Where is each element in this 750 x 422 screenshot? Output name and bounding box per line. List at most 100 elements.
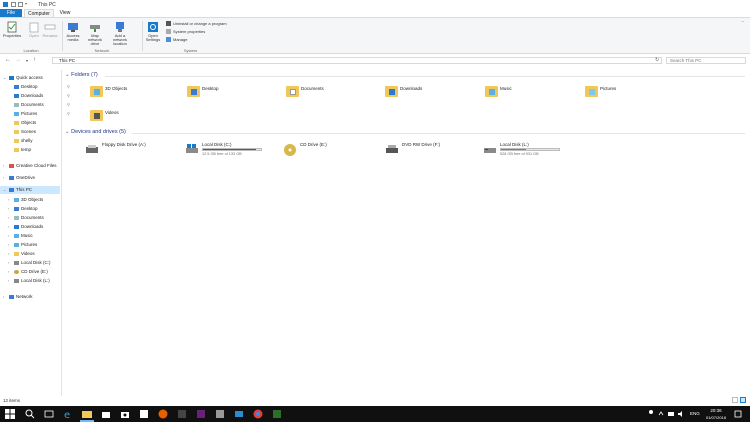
add-network-location-button[interactable]: Add a network location — [108, 21, 132, 46]
volume-icon[interactable] — [678, 409, 684, 419]
search-icon[interactable] — [25, 409, 35, 419]
open-settings-button[interactable]: Open Settings — [143, 21, 163, 42]
properties-quick-icon[interactable] — [11, 2, 16, 7]
refresh-icon[interactable]: ↻ — [655, 57, 659, 63]
nav-onedrive[interactable]: › OneDrive — [3, 174, 35, 182]
file-explorer-icon[interactable] — [82, 409, 92, 419]
nav-pc-item[interactable]: › Pictures — [8, 241, 37, 249]
nav-pc-item[interactable]: › Documents — [8, 214, 44, 222]
app-icon[interactable] — [139, 409, 149, 419]
chevron-right-icon[interactable]: › — [8, 259, 9, 267]
drive-item[interactable]: DVD RW Drive (F:) — [385, 141, 475, 161]
nav-quick-item[interactable]: Objects — [14, 119, 36, 127]
clock-time[interactable]: 20:36 — [703, 408, 729, 413]
large-icons-view-icon[interactable] — [740, 397, 746, 403]
recent-locations-icon[interactable]: ▾ — [26, 58, 28, 63]
drive-item[interactable]: Local Disk (C:) 12.5 GB free of 133 GB — [185, 141, 275, 161]
folder-item[interactable]: Videos — [90, 108, 150, 128]
chevron-right-icon[interactable]: › — [8, 232, 9, 240]
nav-pc-item[interactable]: › Local Disk (L:) — [8, 277, 50, 285]
firefox-icon[interactable] — [158, 409, 168, 419]
nav-quick-item[interactable]: Downloads ⚲ — [14, 92, 70, 100]
chevron-right-icon[interactable]: › — [8, 268, 9, 276]
address-bar[interactable]: This PC — [52, 57, 662, 64]
visual-studio-icon[interactable] — [196, 409, 206, 419]
photos-icon[interactable] — [234, 409, 244, 419]
rename-button[interactable]: Rename — [40, 21, 60, 38]
manage-button[interactable]: Manage — [166, 37, 187, 43]
nav-quick-item[interactable]: Documents ⚲ — [14, 101, 70, 109]
back-arrow-icon[interactable]: ← — [5, 57, 11, 63]
nav-quick-access[interactable]: ⌄ Quick access — [3, 74, 43, 82]
nav-pc-item[interactable]: › CD Drive (E:) — [8, 268, 48, 276]
drive-item[interactable]: CD Drive (E:) — [283, 141, 373, 161]
nav-this-pc[interactable]: ⌄ This PC — [0, 186, 60, 194]
tray-chevron-up-icon[interactable] — [658, 409, 664, 419]
tab-view[interactable]: View — [56, 9, 74, 17]
folder-item[interactable]: Downloads — [385, 84, 445, 104]
nav-pc-item[interactable]: › Downloads — [8, 223, 43, 231]
nav-pc-item[interactable]: › Music — [8, 232, 33, 240]
map-network-drive-button[interactable]: Map network drive — [85, 21, 105, 46]
drive-item[interactable]: Floppy Disk Drive (A:) — [85, 141, 175, 161]
chrome-icon[interactable] — [253, 409, 263, 419]
app-icon[interactable] — [272, 409, 282, 419]
store-icon[interactable] — [101, 409, 111, 419]
drive-item[interactable]: Local Disk (L:) 528 GB free of 931 GB — [483, 141, 573, 161]
section-folders-header[interactable]: ⌄ Folders (7) — [65, 72, 98, 78]
new-folder-quick-icon[interactable] — [18, 2, 23, 7]
chevron-right-icon[interactable]: › — [8, 214, 9, 222]
uninstall-program-button[interactable]: Uninstall or change a program — [166, 21, 227, 27]
search-input[interactable]: Search This PC — [666, 57, 746, 64]
nav-quick-item[interactable]: temp — [14, 146, 31, 154]
up-arrow-icon[interactable]: ↑ — [33, 57, 36, 63]
nav-quick-item[interactable]: Pictures ⚲ — [14, 110, 70, 118]
chevron-right-icon[interactable]: › — [8, 241, 9, 249]
chevron-down-icon[interactable]: ⌄ — [3, 74, 6, 82]
tab-computer[interactable]: Computer — [24, 9, 54, 17]
nav-quick-item[interactable]: shelly — [14, 137, 33, 145]
people-icon[interactable] — [648, 409, 654, 419]
nav-pc-item[interactable]: › Videos — [8, 250, 35, 258]
chevron-right-icon[interactable]: › — [8, 250, 9, 258]
settings-icon[interactable] — [177, 409, 187, 419]
app-icon[interactable] — [215, 409, 225, 419]
forward-arrow-icon[interactable]: → — [15, 57, 21, 63]
folder-item[interactable]: Desktop — [187, 84, 247, 104]
folder-item[interactable]: Music — [485, 84, 545, 104]
nav-pc-item[interactable]: › Local Disk (C:) — [8, 259, 51, 267]
folder-item[interactable]: Pictures — [585, 84, 645, 104]
action-center-icon[interactable] — [734, 409, 742, 419]
task-view-icon[interactable] — [44, 409, 54, 419]
clock-date[interactable]: 01/07/2018 — [703, 415, 729, 420]
chevron-down-icon[interactable]: ⌄ — [3, 186, 6, 194]
system-properties-button[interactable]: System properties — [166, 29, 205, 35]
edge-icon[interactable]: e — [63, 409, 73, 421]
chevron-right-icon[interactable]: › — [8, 277, 9, 285]
folder-item[interactable]: 3D Objects — [90, 84, 150, 104]
properties-button[interactable]: Properties — [2, 21, 22, 38]
chevron-right-icon[interactable]: › — [3, 174, 4, 182]
network-tray-icon[interactable] — [668, 409, 674, 419]
tab-file[interactable]: File — [0, 9, 22, 17]
chevron-right-icon[interactable]: › — [3, 293, 4, 301]
nav-pc-item[interactable]: › Desktop — [8, 205, 38, 213]
windows-start-icon[interactable] — [5, 409, 15, 419]
folder-item[interactable]: Documents — [286, 84, 346, 104]
chevron-right-icon[interactable]: › — [8, 205, 9, 213]
chevron-right-icon[interactable]: › — [8, 196, 9, 204]
chevron-right-icon[interactable]: › — [8, 223, 9, 231]
ribbon-collapse-icon[interactable]: ⌃ — [741, 20, 744, 25]
access-media-button[interactable]: Access media — [63, 21, 83, 42]
nav-quick-item[interactable]: Scenes — [14, 128, 36, 136]
nav-network[interactable]: › Network — [3, 293, 33, 301]
details-view-icon[interactable] — [732, 397, 738, 403]
language-indicator[interactable]: ENG — [690, 411, 700, 416]
nav-creative-cloud[interactable]: › Creative Cloud Files — [3, 162, 57, 170]
nav-quick-item[interactable]: Desktop ⚲ — [14, 83, 70, 91]
quick-access-dropdown-icon[interactable]: ▾ — [25, 1, 27, 6]
section-devices-header[interactable]: ⌄ Devices and drives (5) — [65, 129, 126, 135]
nav-pc-item[interactable]: › 3D Objects — [8, 196, 43, 204]
chevron-right-icon[interactable]: › — [3, 162, 4, 170]
camera-app-icon[interactable] — [120, 409, 130, 419]
